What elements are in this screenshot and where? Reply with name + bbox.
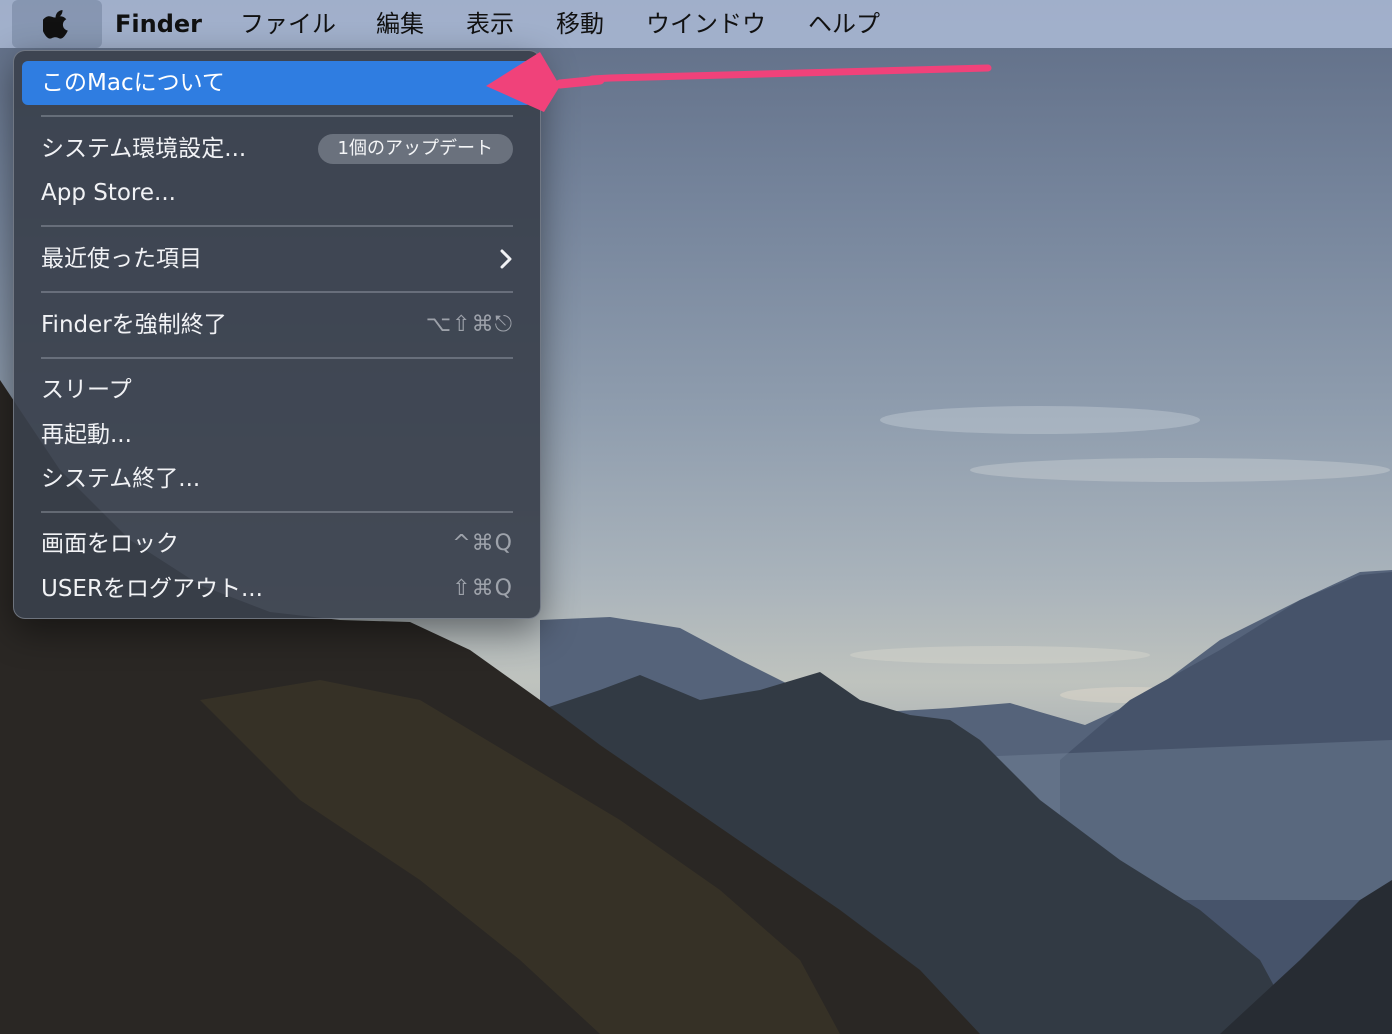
annotation-arrow-icon xyxy=(486,52,992,112)
desktop: Finder ファイル 編集 表示 移動 ウインドウ ヘルプ このMacについて… xyxy=(0,0,1392,1034)
